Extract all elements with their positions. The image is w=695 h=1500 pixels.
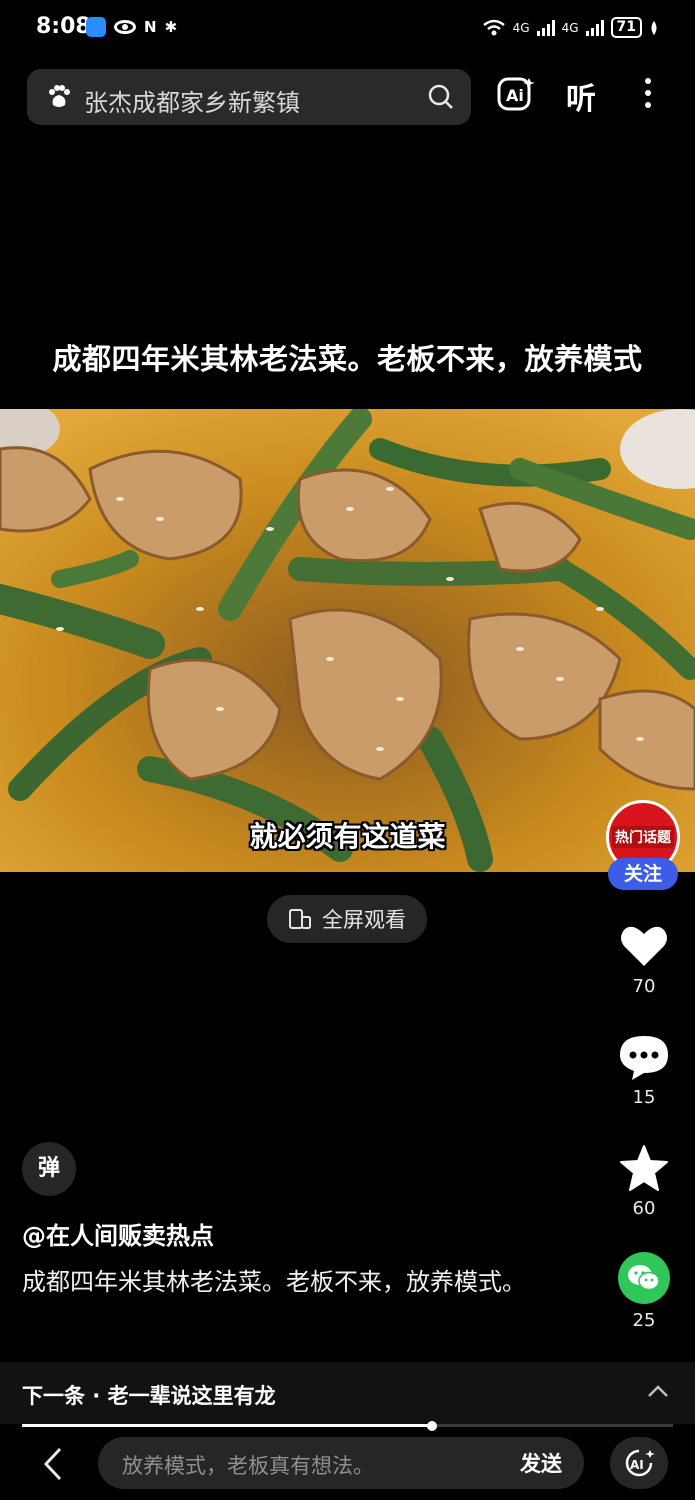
status-time: 8:08 [36,14,91,39]
leaf-icon [651,20,657,35]
signal-icon-2 [585,19,604,36]
bluetooth-icon: ✱ [164,18,178,36]
send-button[interactable]: 发送 [520,1448,562,1478]
search-icon[interactable] [427,83,455,111]
favorite-count: 60 [632,1198,656,1219]
nfc-icon: N [144,18,157,36]
fullscreen-icon [289,909,311,929]
creator-avatar-group: 热门话题 关注 [606,800,680,892]
svg-text:Ai: Ai [506,86,524,105]
status-right-icons: 4G 4G 71 [482,17,659,38]
search-query: 张杰成都家乡新繁镇 [84,89,300,117]
comment-count: 15 [632,1087,656,1108]
status-left-icons: N ✱ [86,17,177,37]
author-handle[interactable]: @在人间贩卖热点 [22,1216,214,1251]
svg-text:AI: AI [630,1458,644,1472]
more-options-icon[interactable] [642,78,654,112]
wifi-icon [482,19,505,35]
eye-icon [114,20,136,34]
fullscreen-label: 全屏观看 [322,908,406,932]
video-frame-image [0,409,695,872]
ai-assistant-icon[interactable]: Ai [497,76,535,112]
network-type-1: 4G [512,20,530,35]
heart-icon [621,926,667,966]
next-video-bar[interactable]: 下一条 · 老一辈说这里有龙 [0,1362,695,1424]
creator-badge-text: 热门话题 [612,826,674,848]
chevron-up-icon[interactable] [647,1384,669,1398]
fullscreen-button[interactable]: 全屏观看 [267,895,427,943]
follow-button[interactable]: 关注 [608,858,678,890]
comment-icon [620,1036,668,1080]
danmu-toggle-button[interactable]: 弹 [22,1142,76,1196]
search-bar[interactable]: 张杰成都家乡新繁镇 [27,69,471,125]
share-count: 25 [632,1310,656,1331]
video-progress-fill [22,1424,433,1427]
next-video-title: 下一条 · 老一辈说这里有龙 [22,1384,276,1408]
signal-icon [536,19,555,36]
star-icon [620,1145,668,1191]
comment-input[interactable]: 放养模式，老板真有想法。 发送 [98,1437,584,1489]
video-progress-handle[interactable] [427,1421,438,1431]
network-type-2: 4G [561,20,579,35]
back-arrow-icon[interactable] [40,1446,66,1482]
video-player[interactable]: 就必须有这道菜 [0,409,695,872]
app-notification-icon [86,17,106,37]
ai-icon: AI [625,1449,655,1477]
share-action[interactable]: 25 [608,1252,680,1331]
status-bar: 8:08 N ✱ 4G 4G 71 [0,0,695,56]
battery-indicator: 71 [610,17,642,38]
like-action[interactable]: 70 [608,922,680,997]
ai-reply-button[interactable]: AI [610,1437,668,1489]
video-subtitle: 就必须有这道菜 [249,820,446,853]
like-count: 70 [632,976,656,997]
post-caption: 成都四年米其林老法菜。老板不来，放养模式。 [22,1268,526,1296]
wechat-share-icon [618,1252,670,1304]
favorite-action[interactable]: 60 [608,1144,680,1219]
video-title: 成都四年米其林老法菜。老板不来，放养模式 [52,342,643,376]
comment-placeholder: 放养模式，老板真有想法。 [122,1454,374,1478]
video-progress-bar[interactable] [22,1421,673,1431]
comment-action[interactable]: 15 [608,1033,680,1108]
paw-icon [49,85,70,107]
listen-button[interactable]: 听 [566,74,596,118]
